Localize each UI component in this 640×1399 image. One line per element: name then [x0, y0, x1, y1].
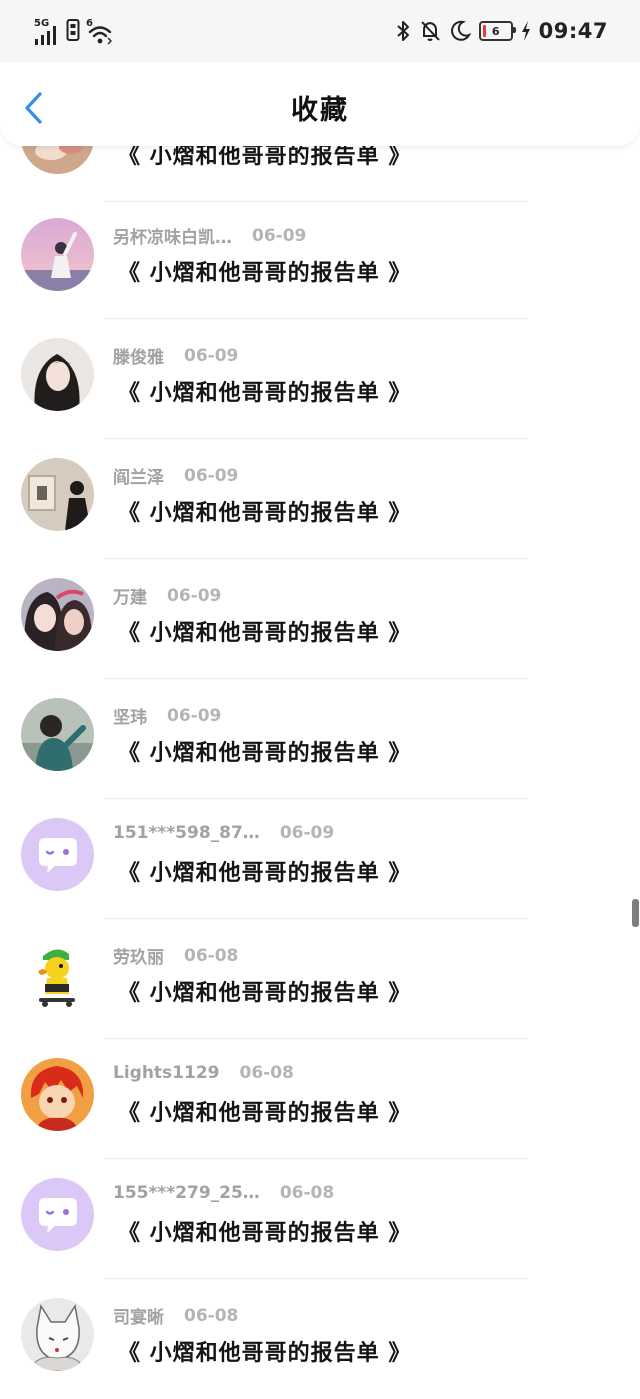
item-title[interactable]: 《 小熠和他哥哥的报告单 》: [118, 615, 411, 647]
avatar[interactable]: [21, 938, 94, 1011]
list-item[interactable]: 另杯凉味白凯… 06-09 《 小熠和他哥哥的报告单 》: [0, 199, 640, 319]
avatar-image: [21, 338, 94, 411]
item-date: 06-09: [184, 465, 239, 486]
author-name[interactable]: 万建: [113, 583, 147, 608]
battery-icon: 6: [478, 21, 516, 41]
clock: 09:47: [538, 19, 608, 43]
item-title[interactable]: 《 小熠和他哥哥的报告单 》: [118, 855, 411, 887]
battery-level: 6: [491, 24, 500, 38]
cellular-signal-icon: 5G: [34, 18, 60, 46]
avatar[interactable]: [21, 1178, 94, 1251]
default-chat-avatar-icon: [21, 818, 94, 891]
status-bar: 5G 6 6 09:47: [0, 0, 640, 62]
item-title[interactable]: 《 小熠和他哥哥的报告单 》: [118, 1215, 411, 1247]
item-title[interactable]: 《 小熠和他哥哥的报告单 》: [118, 1335, 411, 1367]
list-item[interactable]: Lights1129 06-08 《 小熠和他哥哥的报告单 》: [0, 1039, 640, 1159]
avatar[interactable]: [21, 338, 94, 411]
item-meta: 155***279_25… 06-08: [113, 1183, 334, 1203]
avatar-image: [21, 218, 94, 291]
item-title[interactable]: 《 小熠和他哥哥的报告单 》: [118, 1095, 411, 1127]
status-right: 6 09:47: [395, 19, 608, 43]
bell-muted-icon: [420, 21, 440, 41]
avatar[interactable]: [21, 1298, 94, 1371]
avatar[interactable]: [21, 1058, 94, 1131]
item-title[interactable]: 《 小熠和他哥哥的报告单 》: [118, 255, 411, 287]
status-left: 5G 6: [34, 18, 114, 46]
avatar[interactable]: [21, 578, 94, 651]
avatar-image: [21, 458, 94, 531]
list-item[interactable]: 司宴晰 06-08 《 小熠和他哥哥的报告单 》: [0, 1279, 640, 1399]
item-date: 06-09: [184, 345, 239, 366]
item-meta: 阎兰泽 06-09: [113, 463, 239, 489]
default-chat-avatar-icon: [21, 1178, 94, 1251]
charging-icon: [521, 21, 530, 41]
avatar-image: [21, 938, 94, 1011]
item-date: 06-09: [279, 823, 335, 843]
author-name[interactable]: 阎兰泽: [113, 463, 164, 488]
list-item[interactable]: 滕俊雅 06-09 《 小熠和他哥哥的报告单 》: [0, 319, 640, 439]
item-title[interactable]: 《 小熠和他哥哥的报告单 》: [118, 975, 411, 1007]
item-title[interactable]: 《 小熠和他哥哥的报告单 》: [118, 735, 411, 767]
list-item[interactable]: 阎兰泽 06-09 《 小熠和他哥哥的报告单 》: [0, 439, 640, 559]
item-date: 06-08: [184, 1305, 239, 1326]
author-name[interactable]: 155***279_25…: [113, 1183, 260, 1203]
author-name[interactable]: 另杯凉味白凯…: [113, 223, 232, 248]
nav-bar: 收藏: [0, 62, 640, 146]
bluetooth-icon: [396, 21, 409, 41]
item-meta: 万建 06-09: [113, 583, 222, 609]
item-date: 06-08: [184, 945, 239, 966]
author-name[interactable]: Lights1129: [113, 1063, 220, 1083]
avatar[interactable]: [21, 218, 94, 291]
avatar[interactable]: [21, 458, 94, 531]
avatar-image: [21, 578, 94, 651]
wifi-icon: 6: [86, 18, 114, 46]
list-item[interactable]: 155***279_25… 06-08 《 小熠和他哥哥的报告单 》: [0, 1159, 640, 1279]
item-date: 06-09: [252, 225, 307, 246]
author-name[interactable]: 151***598_87…: [113, 823, 260, 843]
list-item[interactable]: 万建 06-09 《 小熠和他哥哥的报告单 》: [0, 559, 640, 679]
author-name[interactable]: 司宴晰: [113, 1303, 164, 1328]
item-title[interactable]: 《 小熠和他哥哥的报告单 》: [118, 375, 411, 407]
list-item[interactable]: 坚玮 06-09 《 小熠和他哥哥的报告单 》: [0, 679, 640, 799]
page-title: 收藏: [291, 95, 349, 126]
list-item[interactable]: 151***598_87… 06-09 《 小熠和他哥哥的报告单 》: [0, 799, 640, 919]
list-item[interactable]: 劳玖丽 06-08 《 小熠和他哥哥的报告单 》: [0, 919, 640, 1039]
avatar[interactable]: [21, 698, 94, 771]
item-date: 06-08: [279, 1183, 335, 1203]
item-meta: 151***598_87… 06-09: [113, 823, 334, 843]
avatar-image: [21, 1298, 94, 1371]
item-date: 06-08: [239, 1063, 294, 1083]
scrollbar-thumb[interactable]: [632, 899, 639, 927]
item-meta: 另杯凉味白凯… 06-09: [113, 223, 307, 249]
item-meta: 滕俊雅 06-09: [113, 343, 239, 369]
author-name[interactable]: 滕俊雅: [113, 343, 164, 368]
sim-card-icon: [66, 18, 80, 46]
avatar-image: [21, 1058, 94, 1131]
avatar[interactable]: [21, 818, 94, 891]
avatar-image: [21, 698, 94, 771]
item-title[interactable]: 《 小熠和他哥哥的报告单 》: [118, 495, 411, 527]
item-meta: Lights1129 06-08: [113, 1063, 294, 1083]
item-date: 06-09: [167, 585, 222, 606]
moon-icon: [450, 20, 471, 41]
item-date: 06-09: [167, 705, 222, 726]
item-meta: 坚玮 06-09: [113, 703, 222, 729]
item-meta: 司宴晰 06-08: [113, 1303, 239, 1329]
author-name[interactable]: 劳玖丽: [113, 943, 164, 968]
author-name[interactable]: 坚玮: [113, 703, 147, 728]
item-meta: 劳玖丽 06-08: [113, 943, 239, 969]
